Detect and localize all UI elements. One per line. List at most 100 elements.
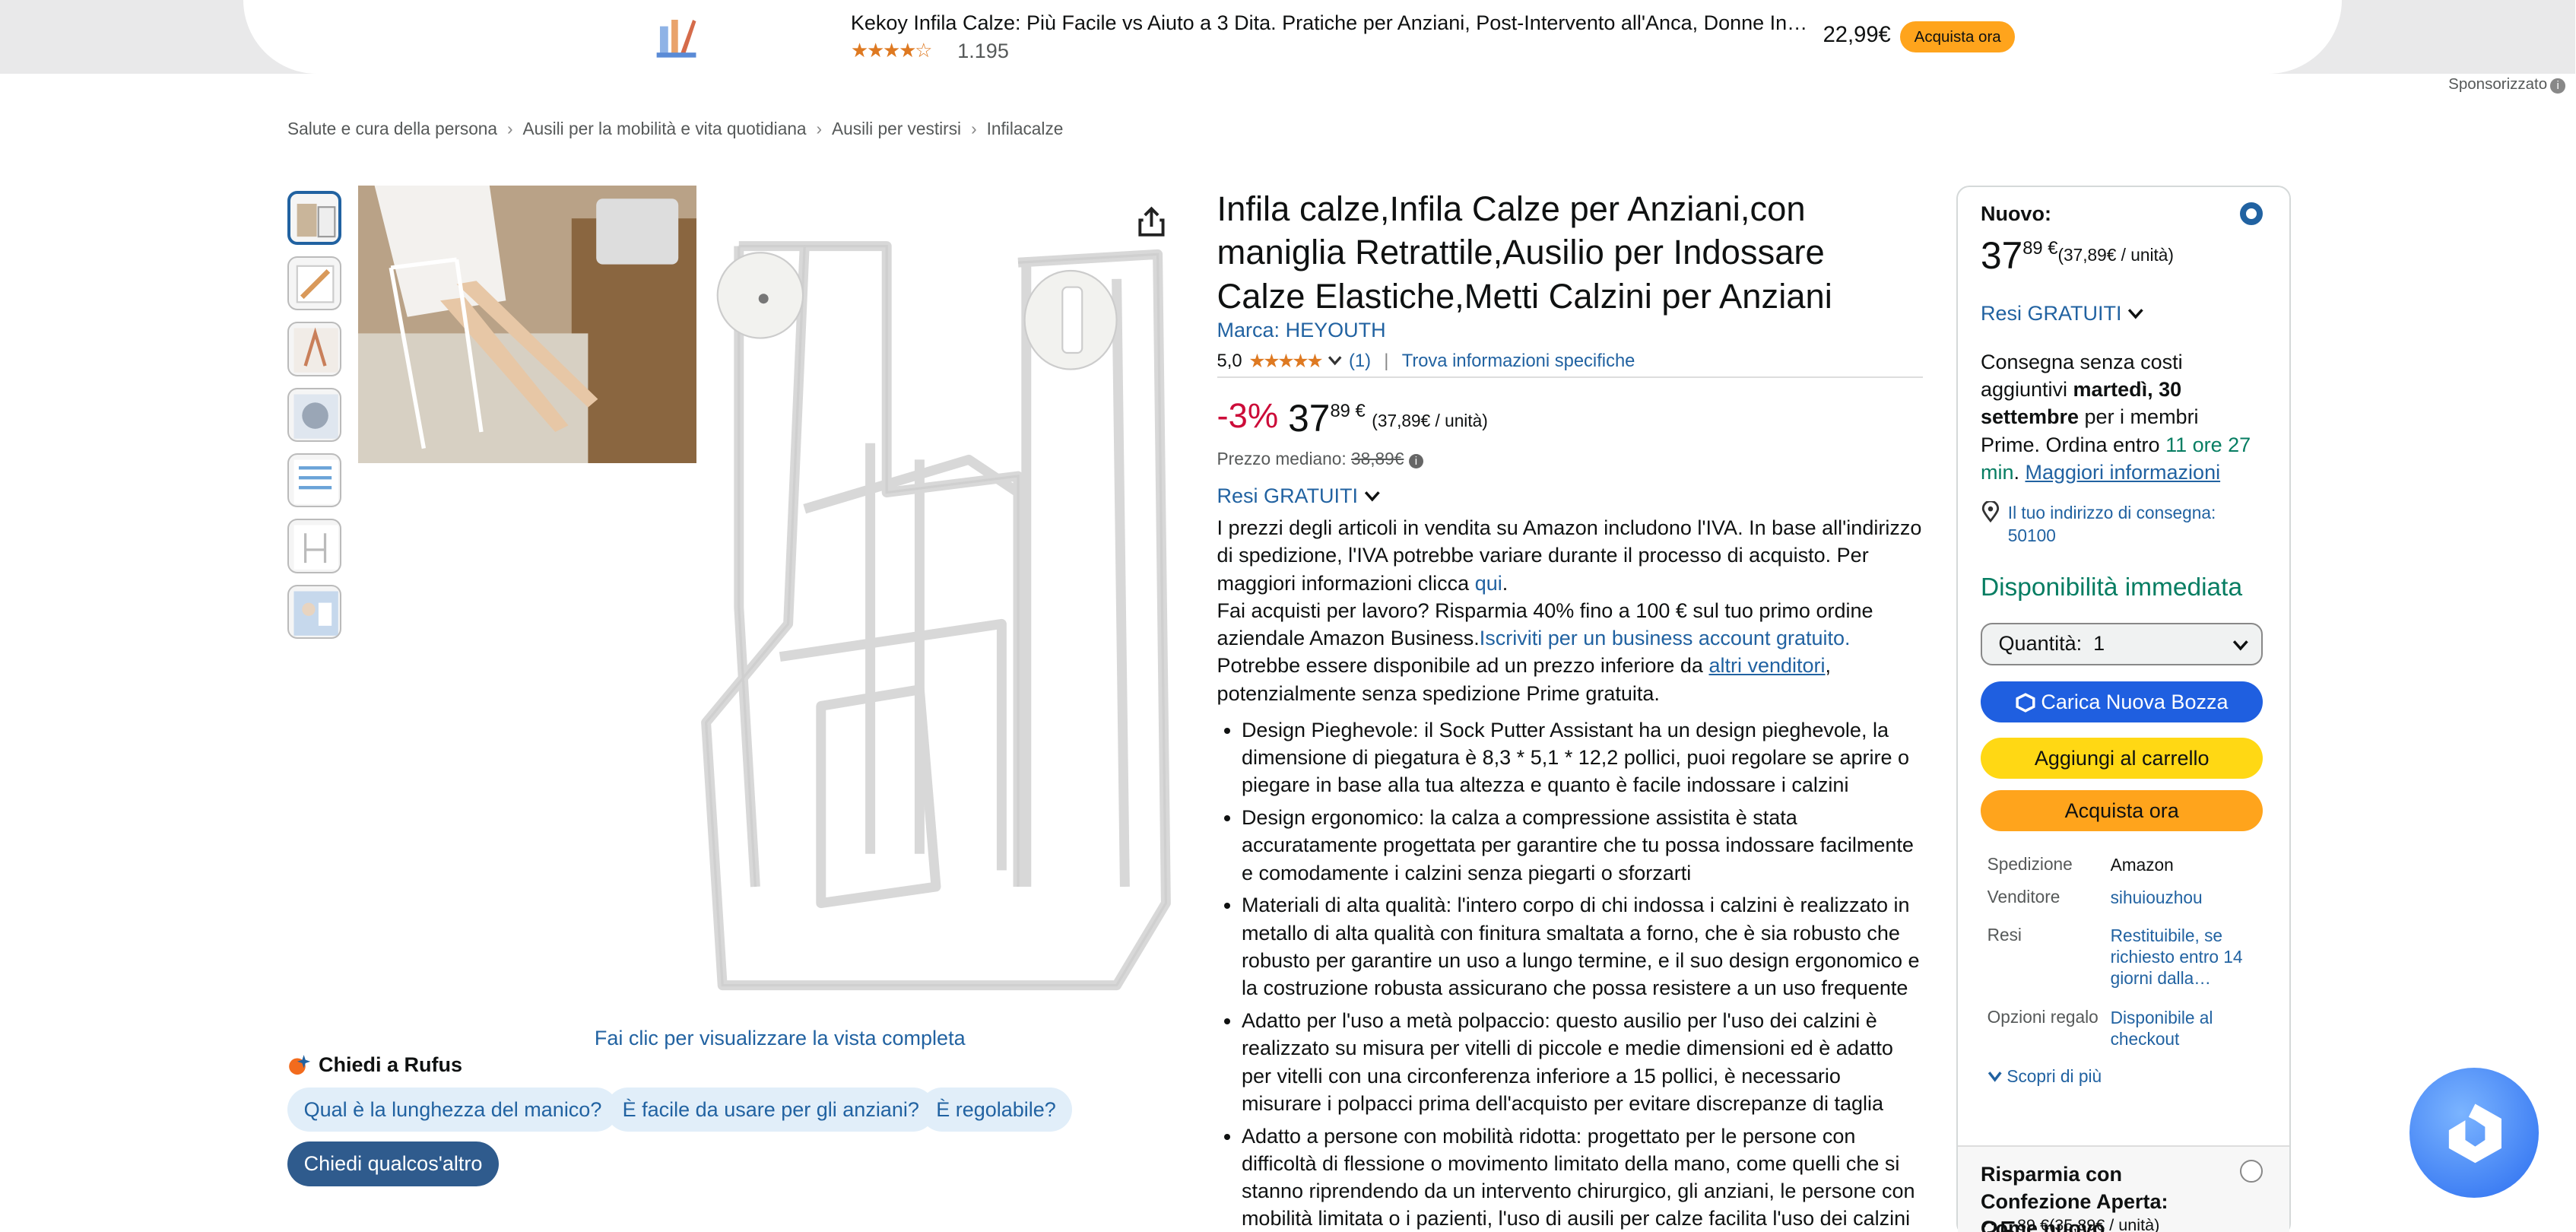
- banner-title[interactable]: Kekoy Infila Calze: Più Facile vs Aiuto …: [851, 11, 1812, 35]
- chevron-down-icon: [1988, 1071, 2002, 1082]
- thumbnail[interactable]: [287, 190, 342, 245]
- gift-options-link[interactable]: Disponibile al checkout: [2111, 1007, 2267, 1066]
- banner-buy-button[interactable]: Acquista ora: [1900, 21, 2016, 53]
- vat-info-link[interactable]: qui: [1475, 572, 1502, 595]
- quantity-label: Quantità:: [1998, 631, 2083, 655]
- rating-value: 5,0: [1217, 351, 1242, 372]
- vat-text: I prezzi degli articoli in vendita su Am…: [1217, 516, 1922, 595]
- price-block: -3% 37 89 € (37,89€ / unità): [1217, 396, 1488, 440]
- new-offer-label: Nuovo:: [1980, 202, 2051, 225]
- specs-link[interactable]: Trova informazioni specifiche: [1402, 351, 1635, 372]
- banner-review-count[interactable]: 1.195: [957, 40, 1009, 63]
- divider: [1217, 376, 1924, 378]
- rufus-icon: [289, 1055, 311, 1075]
- rating-stars[interactable]: ★★★★★: [1248, 350, 1323, 373]
- product-notes: I prezzi degli articoli in vendita su Am…: [1217, 516, 1922, 705]
- buybox-returns-label: Resi GRATUITI: [1980, 302, 2122, 325]
- assistant-logo-icon: [2448, 1103, 2501, 1164]
- see-more-label: Scopri di più: [2007, 1065, 2102, 1086]
- feature-bullet: Design Pieghevole: il Sock Putter Assist…: [1242, 716, 1923, 799]
- breadcrumb-separator: ›: [506, 118, 513, 138]
- quantity-select[interactable]: Quantità: 1: [1980, 622, 2264, 665]
- open-box-unit-price: (35,89€ / unità): [2049, 1215, 2160, 1232]
- business-signup-link[interactable]: Iscriviti per un business account gratui…: [1480, 627, 1851, 649]
- breadcrumb-separator: ›: [816, 118, 823, 138]
- sellers-text: Potrebbe essere disponibile ad un prezzo…: [1217, 654, 1703, 678]
- buybox-price-whole: 37: [1980, 233, 2023, 277]
- breadcrumb-item[interactable]: Infilacalze: [987, 119, 1064, 139]
- rating-separator: |: [1384, 351, 1389, 372]
- delivery-address[interactable]: Il tuo indirizzo di consegna: 50100: [1981, 500, 2260, 547]
- breadcrumb: Salute e cura della persona › Ausili per…: [287, 119, 1063, 139]
- load-draft-button[interactable]: Carica Nuova Bozza: [1980, 681, 2264, 723]
- thumbnail-strip: [287, 190, 342, 651]
- thumbnail[interactable]: [287, 584, 342, 640]
- banner-product-thumbnail[interactable]: [650, 10, 703, 62]
- rufus-question-chip[interactable]: È regolabile?: [919, 1087, 1073, 1132]
- share-icon[interactable]: [1137, 205, 1166, 238]
- brand-link[interactable]: Marca: HEYOUTH: [1217, 319, 1386, 342]
- banner-rating-stars: ★★★★☆: [850, 40, 932, 62]
- sponsored-label[interactable]: Sponsorizzato i: [2448, 75, 2565, 94]
- chevron-down-icon[interactable]: [1328, 354, 1342, 368]
- offer-details: Spedizione Amazon Venditore sihuiouzhou Re…: [1988, 854, 2267, 1087]
- detail-key: Venditore: [1987, 887, 2060, 907]
- thumbnail[interactable]: [287, 256, 342, 311]
- banner-price: 22,99€: [1823, 23, 1891, 48]
- sponsored-banner[interactable]: Kekoy Infila Calze: Più Facile vs Aiuto …: [0, 0, 2575, 75]
- load-draft-label: Carica Nuova Bozza: [2041, 691, 2229, 714]
- address-text: Il tuo indirizzo di consegna: 50100: [2007, 502, 2216, 546]
- more-info-link[interactable]: Maggiori informazioni: [2025, 461, 2220, 484]
- info-icon[interactable]: i: [1408, 453, 1424, 469]
- rufus-question-chip[interactable]: Qual è la lunghezza del manico?: [287, 1087, 618, 1132]
- detail-key: Resi: [1987, 925, 2022, 945]
- open-box-price-whole: 35: [1981, 1215, 2017, 1232]
- open-box-price-fraction: 89 €: [2017, 1215, 2050, 1232]
- thumbnail[interactable]: [287, 322, 342, 376]
- product-main-image[interactable]: [690, 230, 1182, 1018]
- buybox-price-fraction: 89 €: [2022, 238, 2058, 259]
- breadcrumb-separator: ›: [971, 118, 977, 138]
- breadcrumb-item[interactable]: Ausili per la mobilità e vita quotidiana: [523, 119, 807, 139]
- quantity-value: 1: [2093, 631, 2105, 655]
- sponsored-text: Sponsorizzato: [2448, 75, 2548, 94]
- feature-bullet: Adatto per l'uso a metà polpaccio: quest…: [1242, 1007, 1923, 1117]
- open-box-price: 35 89 € (35,89€ / unità): [1981, 1215, 2159, 1232]
- info-icon[interactable]: i: [2550, 78, 2565, 94]
- assistant-fab[interactable]: [2409, 1068, 2540, 1198]
- product-lifestyle-image[interactable]: [357, 186, 696, 464]
- add-to-cart-button[interactable]: Aggiungi al carrello: [1980, 737, 2264, 779]
- stock-status: Disponibilità immediata: [1980, 573, 2243, 602]
- free-returns-link[interactable]: Resi GRATUITI: [1217, 484, 1381, 508]
- rufus-ask-button[interactable]: Chiedi qualcos'altro: [287, 1142, 499, 1186]
- location-pin-icon: [1981, 500, 2000, 522]
- buybox-unit-price: (37,89€ / unità): [2057, 244, 2174, 265]
- feature-bullet: Materiali di alta qualità: l'intero corp…: [1242, 891, 1923, 1002]
- returns-policy-link[interactable]: Restituibile, se richiesto entro 14 gior…: [2111, 925, 2267, 1007]
- thumbnail[interactable]: [287, 387, 342, 442]
- feature-bullets: Design Pieghevole: il Sock Putter Assist…: [1217, 716, 1924, 1232]
- detail-value: Amazon: [2110, 855, 2174, 875]
- full-view-link[interactable]: Fai clic per visualizzare la vista compl…: [595, 1027, 966, 1050]
- thumbnail[interactable]: [287, 453, 342, 508]
- seller-link[interactable]: sihuiouzhou: [2111, 887, 2267, 925]
- buy-now-button[interactable]: Acquista ora: [1980, 789, 2264, 831]
- rufus-title: Chiedi a Rufus: [319, 1053, 463, 1076]
- rufus-question-chip[interactable]: È facile da usare per gli anziani?: [606, 1087, 936, 1132]
- detail-key: Opzioni regalo: [1987, 1007, 2099, 1027]
- see-more-link[interactable]: Scopri di più: [1988, 1066, 2267, 1087]
- breadcrumb-item[interactable]: Ausili per vestirsi: [832, 119, 961, 139]
- product-title: Infila calze,Infila Calze per Anziani,co…: [1217, 189, 1832, 316]
- chevron-down-icon: [2232, 640, 2248, 651]
- other-sellers-link[interactable]: altri venditori: [1708, 654, 1825, 677]
- breadcrumb-item[interactable]: Salute e cura della persona: [287, 119, 497, 139]
- thumbnail[interactable]: [287, 519, 342, 573]
- open-box-offer[interactable]: Risparmia con Confezione Aperta: Come nu…: [1957, 1145, 2290, 1232]
- feature-bullet: Design ergonomico: la calza a compressio…: [1242, 804, 1923, 887]
- chevron-down-icon: [1364, 491, 1380, 502]
- rating-count[interactable]: (1): [1349, 351, 1371, 372]
- discount-percent: -3%: [1217, 395, 1279, 435]
- median-value: 38,89€: [1351, 448, 1404, 468]
- detail-key: Spedizione: [1987, 854, 2073, 875]
- buybox-returns-link[interactable]: Resi GRATUITI: [1981, 302, 2144, 325]
